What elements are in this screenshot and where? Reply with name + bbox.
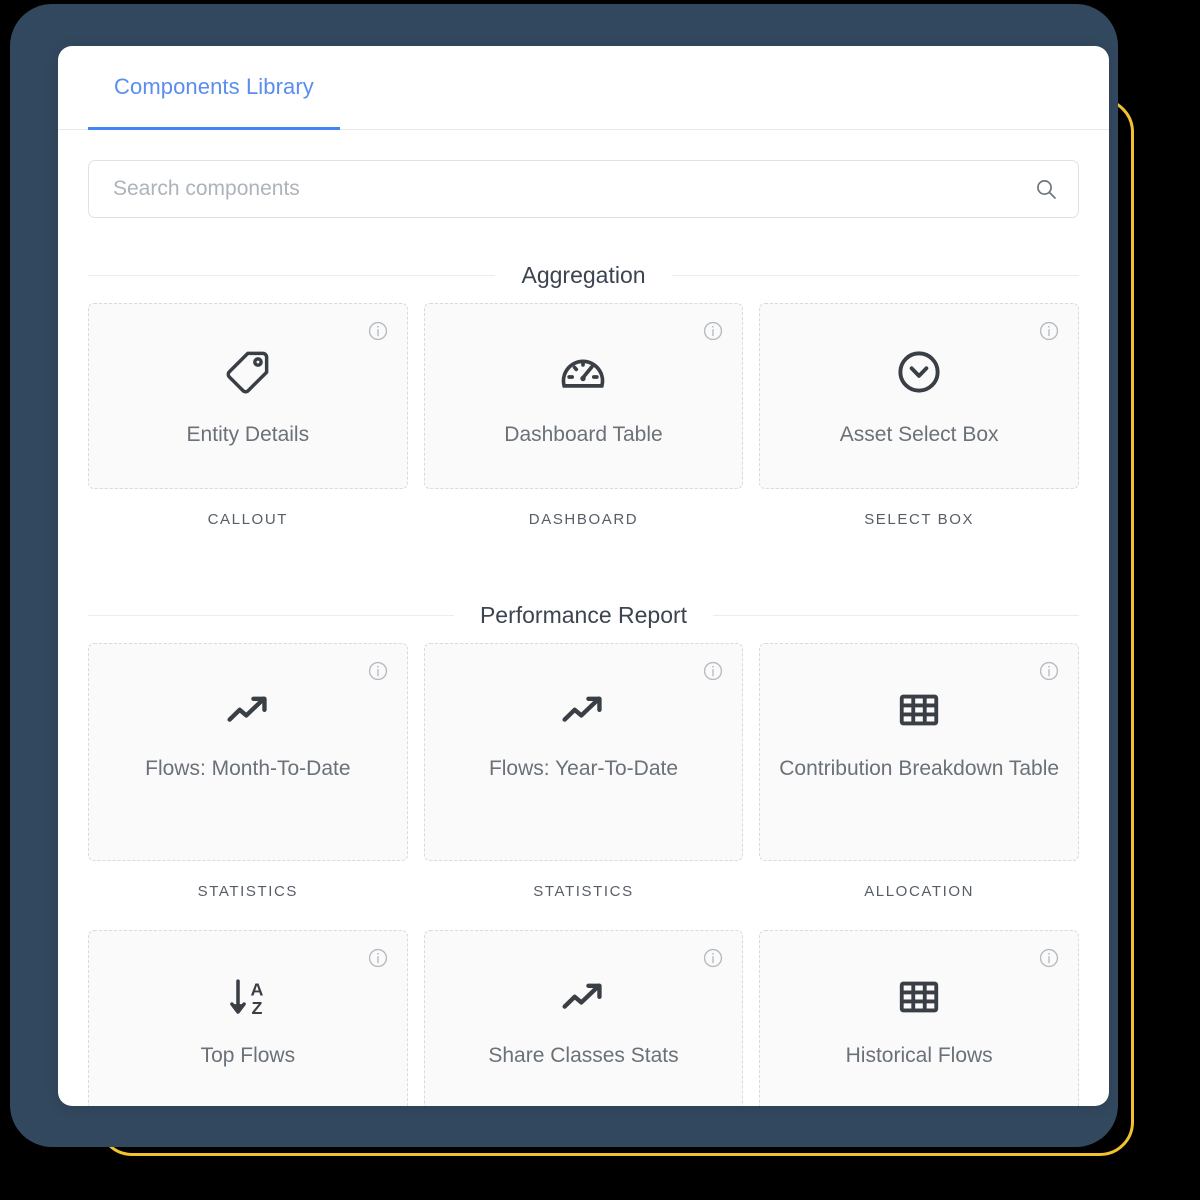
component-title: Asset Select Box: [839, 423, 999, 446]
component-card-flows-month-to-date[interactable]: Flows: Month-To-Date: [88, 643, 408, 861]
component-caption: STATISTICS: [533, 883, 634, 900]
component-card-historical-flows[interactable]: Historical Flows: [759, 930, 1079, 1106]
component-cell: Asset Select Box SELECT BOX: [759, 303, 1079, 558]
component-cell: Flows: Month-To-Date STATISTICS: [88, 643, 408, 930]
component-cell: A Z Top Flows: [88, 930, 408, 1106]
component-card-contribution-breakdown-table[interactable]: Contribution Breakdown Table: [759, 643, 1079, 861]
section-rule-right: [671, 275, 1080, 276]
trending-up-icon: [558, 684, 608, 736]
info-icon[interactable]: [702, 320, 724, 342]
component-cell: Flows: Year-To-Date STATISTICS: [423, 643, 744, 930]
component-title: Flows: Month-To-Date: [145, 757, 351, 780]
search-icon[interactable]: [1033, 176, 1059, 202]
tab-components-library[interactable]: Components Library: [88, 46, 340, 130]
component-grid-performance-report: Flows: Month-To-Date STATISTICS Flows: Y…: [88, 643, 1079, 1106]
sort-alpha-down-icon: A Z: [223, 971, 273, 1023]
grid-table-icon: [896, 684, 942, 736]
component-cell: Contribution Breakdown Table ALLOCATION: [759, 643, 1079, 930]
info-icon[interactable]: [367, 660, 389, 682]
section-rule-right: [713, 615, 1079, 616]
screen-root: Components Library Aggregation: [0, 0, 1200, 1200]
chevron-down-circle-icon: [893, 346, 945, 398]
info-icon[interactable]: [702, 660, 724, 682]
component-card-top-flows[interactable]: A Z Top Flows: [88, 930, 408, 1106]
component-title: Share Classes Stats: [488, 1044, 679, 1067]
component-title: Top Flows: [200, 1044, 296, 1067]
component-title: Historical Flows: [845, 1044, 993, 1067]
component-card-share-classes-stats[interactable]: Share Classes Stats: [423, 930, 744, 1106]
component-caption: ALLOCATION: [864, 883, 975, 900]
info-icon[interactable]: [1038, 660, 1060, 682]
search-bar: [88, 160, 1079, 218]
components-library-panel: Components Library Aggregation: [58, 46, 1109, 1106]
panel-body: Aggregation: [58, 160, 1109, 1106]
search-input[interactable]: [88, 160, 1079, 218]
component-cell: Historical Flows: [759, 930, 1079, 1106]
component-card-flows-year-to-date[interactable]: Flows: Year-To-Date: [423, 643, 744, 861]
info-icon[interactable]: [367, 947, 389, 969]
component-title: Entity Details: [186, 423, 310, 446]
info-icon[interactable]: [1038, 320, 1060, 342]
trending-up-icon: [558, 971, 608, 1023]
component-cell: Entity Details CALLOUT: [88, 303, 408, 558]
tab-label: Components Library: [114, 73, 314, 99]
section-header-performance-report: Performance Report: [88, 602, 1079, 629]
grid-table-icon: [896, 971, 942, 1023]
section-header-aggregation: Aggregation: [88, 262, 1080, 289]
svg-text:Z: Z: [251, 998, 262, 1018]
tag-icon: [222, 346, 274, 398]
component-caption: STATISTICS: [197, 883, 299, 900]
info-icon[interactable]: [367, 320, 389, 342]
info-icon[interactable]: [1038, 947, 1060, 969]
component-grid-aggregation: Entity Details CALLOUT Dashboard Table D…: [88, 303, 1079, 558]
component-caption: DASHBOARD: [528, 511, 639, 528]
component-card-entity-details[interactable]: Entity Details: [88, 303, 408, 489]
component-cell: Dashboard Table DASHBOARD: [423, 303, 744, 558]
component-caption: CALLOUT: [207, 511, 289, 528]
gauge-icon: [557, 346, 609, 398]
section-rule-left: [88, 275, 496, 276]
section-title: Aggregation: [521, 262, 646, 288]
svg-text:A: A: [250, 979, 263, 999]
trending-up-icon: [223, 684, 273, 736]
tab-bar: Components Library: [58, 46, 1109, 130]
component-title: Flows: Year-To-Date: [488, 757, 679, 780]
component-title: Dashboard Table: [504, 423, 663, 446]
section-rule-left: [88, 615, 454, 616]
component-caption: SELECT BOX: [864, 511, 975, 528]
info-icon[interactable]: [702, 947, 724, 969]
component-card-dashboard-table[interactable]: Dashboard Table: [423, 303, 744, 489]
section-title: Performance Report: [479, 602, 688, 628]
component-title: Contribution Breakdown Table: [779, 757, 1060, 780]
component-cell: Share Classes Stats: [423, 930, 744, 1106]
component-card-asset-select-box[interactable]: Asset Select Box: [759, 303, 1079, 489]
